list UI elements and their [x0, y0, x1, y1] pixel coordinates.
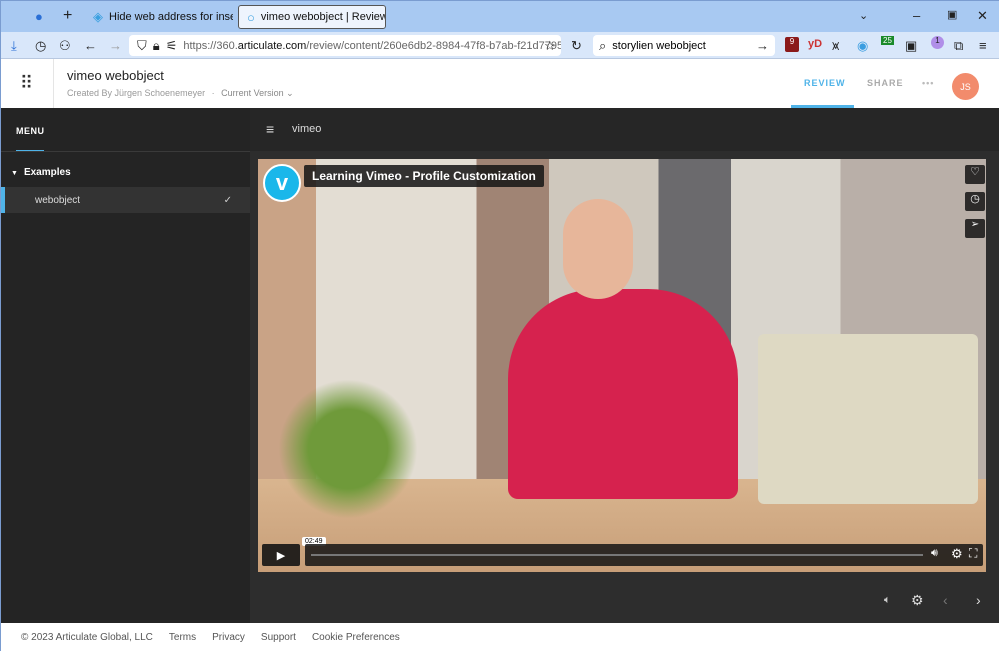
previous-button[interactable]: ‹ [943, 592, 948, 608]
hamburger-icon[interactable]: ≡ [266, 121, 274, 137]
lock-icon[interactable]: 🔒︎ [153, 38, 160, 54]
play-button[interactable]: ▶ [262, 544, 300, 566]
footer: © 2023 Articulate Global, LLC Terms Priv… [1, 623, 999, 652]
volume-icon[interactable]: 🔈︎ [884, 594, 891, 607]
purple-extension-icon[interactable]: 1 [931, 36, 944, 49]
control-bar: 🔊︎ ⚙ ⛶ [305, 544, 983, 566]
page-title: vimeo webobject [67, 68, 164, 83]
volume-icon[interactable]: 🔊︎ [931, 547, 938, 560]
green-extension-icon[interactable]: 25 [881, 36, 894, 45]
extension-icon[interactable]: ⚇ [59, 38, 71, 54]
yd-extension-icon[interactable]: yD [808, 38, 822, 50]
share-button[interactable]: ➢ [965, 219, 985, 238]
check-icon: ✓ [223, 194, 232, 206]
url-text[interactable]: https://360.articulate.com/review/conten… [183, 40, 561, 52]
computer [758, 334, 978, 504]
video-title[interactable]: Learning Vimeo - Profile Customization [304, 165, 544, 187]
go-arrow-icon[interactable]: → [756, 38, 769, 53]
reload-icon[interactable]: ↻ [571, 38, 582, 54]
browser-toolbar: ⤓ ◷ ⚇ ← → ⛉ 🔒︎ ⚟ https://360.articulate.… [1, 32, 999, 59]
tab-hide-web-address[interactable]: ◈ Hide web address for inserted w [85, 5, 233, 29]
close-window-button[interactable]: ✕ [977, 8, 988, 24]
footer-link-support[interactable]: Support [261, 632, 296, 643]
footer-link-privacy[interactable]: Privacy [212, 632, 245, 643]
person-head [563, 199, 633, 299]
menu-icon[interactable]: ≡ [979, 38, 987, 53]
ublock-icon[interactable]: 9 [785, 37, 799, 52]
version-dropdown[interactable]: Current Version ⌄ [221, 88, 294, 98]
person [508, 289, 738, 499]
tab-share[interactable]: SHARE [867, 78, 904, 88]
like-button[interactable]: ♡ [965, 165, 985, 184]
extension-icon[interactable]: ◉ [857, 38, 868, 54]
extension-icon[interactable]: ⩙ [832, 38, 839, 54]
bookmark-star-icon[interactable]: ☆ [544, 38, 556, 54]
footer-link-terms[interactable]: Terms [169, 632, 196, 643]
history-icon[interactable]: ◷ [35, 38, 46, 54]
new-tab-button[interactable]: + [63, 7, 72, 25]
back-icon[interactable]: ← [84, 38, 97, 53]
maximize-button[interactable]: ▣ [947, 8, 957, 21]
avatar[interactable]: JS [952, 73, 979, 100]
app-header: ⠿ vimeo webobject Created By Jürgen Scho… [1, 59, 999, 108]
search-bar[interactable]: ⌕ storylien webobject → [593, 35, 775, 56]
settings-icon[interactable]: ⚙ [911, 592, 924, 609]
page-subtitle: Created By Jürgen Schoenemeyer · Current… [67, 88, 294, 98]
caret-down-icon: ▼ [11, 170, 18, 177]
minimize-button[interactable]: – [913, 8, 920, 23]
watch-later-button[interactable]: ◷ [965, 192, 985, 211]
search-icon: ⌕ [599, 37, 607, 53]
browser-tab-bar: ● + ◈ Hide web address for inserted w ○ … [1, 1, 999, 32]
shield-icon[interactable]: ⛉ [137, 38, 147, 54]
url-bar[interactable]: ⛉ 🔒︎ ⚟ https://360.articulate.com/review… [129, 35, 561, 56]
plant [278, 379, 418, 519]
tab-review[interactable]: REVIEW [804, 78, 846, 88]
apps-grid-icon[interactable]: ⠿ [1, 59, 54, 108]
download-icon[interactable]: ⤓ [11, 38, 17, 54]
extension-icon[interactable]: ▣ [905, 38, 917, 54]
progress-track[interactable] [311, 554, 923, 556]
footer-link-cookie-preferences[interactable]: Cookie Preferences [312, 632, 400, 643]
fullscreen-icon[interactable]: ⛶ [969, 546, 977, 561]
vimeo-video-player[interactable]: v Learning Vimeo - Profile Customization… [258, 159, 986, 572]
list-tabs-icon[interactable]: ⌄ [859, 9, 868, 22]
tab-favicon-icon: ◈ [93, 9, 103, 24]
tab-vimeo-webobject[interactable]: ○ vimeo webobject | Review 360 ✕ [238, 5, 386, 29]
more-button[interactable]: ••• [922, 78, 934, 88]
settings-icon[interactable]: ⚙ [951, 546, 963, 562]
forward-icon[interactable]: → [109, 38, 122, 53]
permissions-icon[interactable]: ⚟ [166, 38, 178, 54]
sidebar: MENU ▼ Examples webobject ✓ [1, 108, 250, 623]
topbar-title: vimeo [292, 123, 322, 135]
next-button[interactable]: › [976, 592, 981, 608]
sidebar-item-webobject[interactable]: webobject ✓ [1, 187, 250, 213]
main-content: ≡ vimeo v Learning Vimeo - Profile Custo… [250, 108, 999, 623]
firefox-icon[interactable]: ● [35, 9, 43, 24]
sidebar-section-examples[interactable]: ▼ Examples [11, 167, 71, 178]
tab-favicon-icon: ○ [247, 9, 255, 25]
extensions-puzzle-icon[interactable]: ⧉ [954, 38, 963, 54]
copyright: © 2023 Articulate Global, LLC [21, 632, 153, 643]
menu-label: MENU [16, 126, 45, 136]
vimeo-logo-icon: v [263, 164, 301, 202]
